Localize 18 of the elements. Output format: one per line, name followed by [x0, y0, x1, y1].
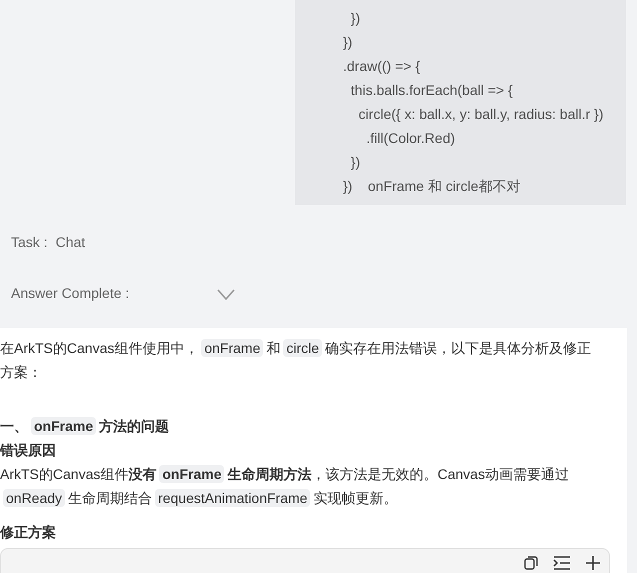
code-line: circle({ x: ball.x, y: ball.y, radius: ball.r })	[358, 105, 604, 124]
answer-status-label: Answer Complete :	[11, 284, 130, 303]
code-line: }) onFrame 和 circle都不对	[343, 177, 522, 196]
code-line: .fill(Color.Red)	[365, 129, 456, 148]
code-line: this.balls.forEach(ball => {	[350, 81, 514, 100]
list-icon[interactable]	[553, 555, 571, 571]
code-line: })	[350, 153, 362, 172]
code-line: .draw(() => {	[343, 57, 422, 76]
task-value: Chat	[56, 233, 86, 252]
section-heading: 一、 onFrame 方法的问题	[0, 416, 170, 437]
chevron-icon[interactable]	[216, 288, 236, 300]
code-line: })	[350, 9, 362, 28]
copy-icon[interactable]	[523, 555, 539, 571]
task-label: Task :	[11, 233, 48, 252]
code-line: })	[343, 33, 354, 52]
answer-paragraph: 在ArkTS的Canvas组件使用中， onFrame 和 circle 确实存在用法错误，以下是具体分析及修正方案：	[0, 338, 592, 382]
answer-paragraph: ArkTS的Canvas组件没有 onFrame 生命周期方法，该方法是无效的。Canvas动画需要通过 onReady 生命周期结合 requestAnimationFrame 实现帧更新。	[0, 464, 570, 509]
plus-icon[interactable]	[585, 555, 601, 571]
